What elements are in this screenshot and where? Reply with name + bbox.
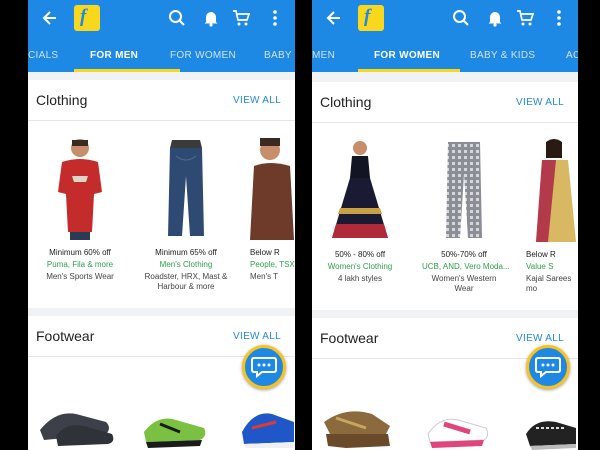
- tab-for-women[interactable]: FOR WOMEN: [374, 50, 440, 61]
- product-image-sports-shoes: [144, 418, 206, 448]
- brand-text: Puma, Fila & more: [46, 260, 114, 269]
- active-tab-indicator: [74, 69, 180, 72]
- category-text: Men's Sports Wear: [46, 272, 114, 281]
- section-title: Clothing: [36, 92, 88, 108]
- back-arrow-icon[interactable]: [40, 8, 60, 28]
- product-image-wedge-sandals: [324, 411, 390, 448]
- category-text: Roadster, HRX, Mast & Harbour & more: [144, 272, 228, 291]
- product-image-men-tee: [250, 138, 294, 240]
- tab-for-men[interactable]: FOR MEN: [90, 50, 138, 61]
- view-all-link[interactable]: VIEW ALL: [233, 95, 281, 106]
- view-all-link[interactable]: VIEW ALL: [516, 333, 564, 344]
- section-title: Footwear: [36, 328, 95, 344]
- phone-screen-men: f CIALS FOR MEN FOR WOMEN BABY Clothing …: [28, 0, 295, 450]
- brand-text: UCB, AND, Vero Moda...: [422, 262, 510, 271]
- product-image-men-tshirt: [58, 139, 102, 240]
- product-image-pink-sneakers: [427, 418, 489, 448]
- product-tile[interactable]: 50% - 80% off Women's Clothing 4 lakh st…: [318, 138, 402, 284]
- product-image-printed-flats: [526, 421, 576, 450]
- phone-screen-women: f MEN FOR WOMEN BABY & KIDS AC Clothing …: [312, 0, 578, 450]
- search-icon[interactable]: [168, 9, 186, 27]
- flipkart-logo[interactable]: f: [74, 5, 100, 31]
- product-tile[interactable]: Below R Value S Kajal Sarees mo: [526, 138, 578, 294]
- product-tile[interactable]: Below R People, TSX Men's T: [250, 136, 295, 282]
- view-all-link[interactable]: VIEW ALL: [233, 331, 281, 342]
- product-image-anarkali: [332, 141, 388, 238]
- product-image-men-jeans: [168, 140, 204, 236]
- app-bar: f: [312, 0, 578, 38]
- offer-text: 50%-70% off: [441, 250, 487, 259]
- tab-baby[interactable]: BABY: [264, 50, 292, 61]
- clothing-card: Clothing VIEW ALL Minimum 60% off Puma, …: [28, 80, 295, 308]
- cart-icon[interactable]: [232, 9, 250, 27]
- offer-text: Minimum 65% off: [155, 248, 217, 257]
- chat-icon: [535, 357, 561, 379]
- active-tab-indicator: [358, 69, 460, 72]
- product-image-saree: [536, 139, 576, 242]
- back-arrow-icon[interactable]: [324, 8, 344, 28]
- category-tabs: MEN FOR WOMEN BABY & KIDS AC: [312, 38, 578, 72]
- section-title: Footwear: [320, 330, 379, 346]
- flipkart-logo[interactable]: f: [358, 5, 384, 31]
- more-vert-icon[interactable]: [550, 9, 568, 27]
- brand-text: People, TSX: [250, 260, 295, 269]
- tab-for-men[interactable]: MEN: [312, 50, 335, 61]
- cart-icon[interactable]: [516, 9, 534, 27]
- product-image-running-shoes: [242, 413, 294, 448]
- product-tile[interactable]: Minimum 60% off Puma, Fila & more Men's …: [38, 136, 122, 282]
- chat-fab-button[interactable]: [526, 345, 570, 389]
- divider: [28, 120, 295, 121]
- product-image-formal-shoes: [40, 413, 114, 446]
- more-vert-icon[interactable]: [266, 9, 284, 27]
- brand-text: Women's Clothing: [327, 262, 393, 271]
- view-all-link[interactable]: VIEW ALL: [516, 97, 564, 108]
- bell-icon[interactable]: [202, 9, 220, 27]
- category-tabs: CIALS FOR MEN FOR WOMEN BABY: [28, 38, 295, 72]
- clothing-card: Clothing VIEW ALL 50% - 80% off Women's …: [312, 82, 578, 310]
- tab-accessories[interactable]: AC: [566, 50, 578, 61]
- product-tile[interactable]: 50%-70% off UCB, AND, Vero Moda... Women…: [422, 138, 510, 294]
- chat-fab-button[interactable]: [242, 345, 286, 389]
- brand-text: Men's Clothing: [159, 260, 213, 269]
- category-text: Men's T: [250, 272, 279, 281]
- tab-baby-kids[interactable]: BABY & KIDS: [470, 50, 535, 61]
- offer-text: Minimum 60% off: [49, 248, 111, 257]
- product-image-women-trousers: [446, 142, 482, 238]
- tab-for-women[interactable]: FOR WOMEN: [170, 50, 236, 61]
- brand-text: Value S: [526, 262, 554, 271]
- category-text: Kajal Sarees mo: [526, 274, 572, 293]
- category-text: Women's Western Wear: [431, 274, 497, 293]
- divider: [312, 122, 578, 123]
- bell-icon[interactable]: [486, 9, 504, 27]
- offer-text: Below R: [250, 248, 280, 257]
- search-icon[interactable]: [452, 9, 470, 27]
- app-bar: f: [28, 0, 295, 38]
- offer-text: 50% - 80% off: [334, 250, 386, 259]
- tab-specials[interactable]: CIALS: [28, 50, 58, 61]
- category-text: 4 lakh styles: [337, 274, 383, 283]
- product-tile[interactable]: Minimum 65% off Men's Clothing Roadster,…: [144, 136, 228, 292]
- section-title: Clothing: [320, 94, 372, 110]
- chat-icon: [251, 357, 277, 379]
- offer-text: Below R: [526, 250, 556, 259]
